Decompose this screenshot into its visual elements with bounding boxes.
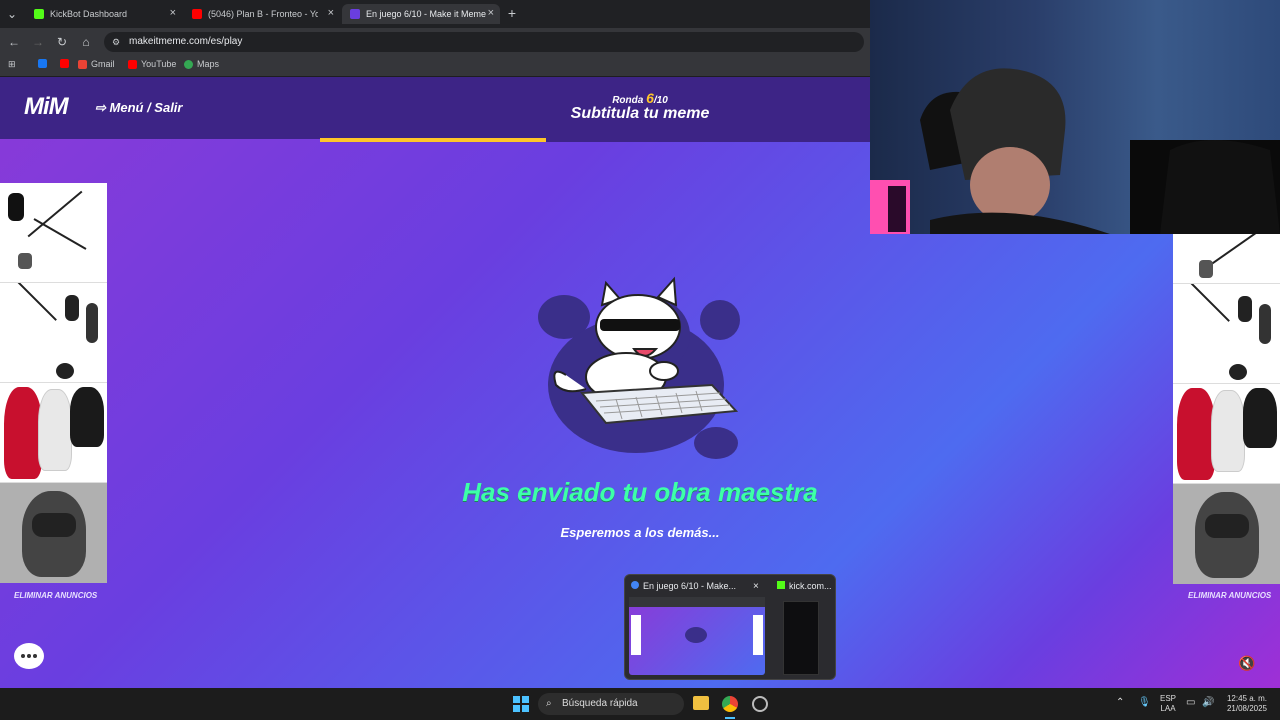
language-indicator[interactable]: ESP LAA <box>1156 694 1180 714</box>
bookmark-label: Gmail <box>91 59 115 69</box>
close-icon[interactable]: × <box>170 7 176 19</box>
round-indicator: Ronda 6/10 <box>560 90 720 106</box>
kick-icon <box>34 9 44 19</box>
taskbar-window-preview: En juego 6/10 - Make... × kick.com... <box>624 574 836 680</box>
url-input[interactable]: ⚙ makeitmeme.com/es/play <box>104 32 864 52</box>
address-bar-row: ← → ↻ ⌂ ⚙ makeitmeme.com/es/play <box>0 28 870 56</box>
preview-window-kick[interactable]: kick.com... <box>777 581 832 591</box>
ad-image-mic-arm-2[interactable] <box>1173 284 1280 384</box>
progress-fill <box>320 138 546 142</box>
submission-status-title: Has enviado tu obra maestra <box>462 477 818 507</box>
chat-button[interactable] <box>14 643 44 669</box>
language-layout: LAA <box>1160 704 1176 713</box>
ad-banner-right[interactable] <box>1173 234 1280 584</box>
youtube-bookmark-icon[interactable] <box>60 59 73 68</box>
ad-image-helmet[interactable] <box>0 483 107 583</box>
search-icon: ⌕ <box>546 698 552 709</box>
apps-icon[interactable]: ⊞ <box>8 59 16 70</box>
youtube-icon <box>128 59 137 69</box>
menu-label: Menú / Salir <box>109 100 183 115</box>
chrome-icon <box>631 581 639 589</box>
browser-tab-bar: ⌄ KickBot Dashboard × (5046) Plan B - Fr… <box>0 0 870 28</box>
youtube-icon <box>60 59 69 68</box>
bookmark-label: Maps <box>197 59 220 69</box>
cat-keyboard-illustration <box>538 276 740 459</box>
bookmark-gmail[interactable]: Gmail <box>78 59 115 69</box>
tab-kickbot[interactable]: KickBot Dashboard × <box>26 4 182 24</box>
ad-image-mic-arm[interactable] <box>1173 234 1280 284</box>
preview-thumbnail-game[interactable] <box>629 597 765 675</box>
start-windows-icon[interactable] <box>513 696 529 712</box>
language-code: ESP <box>1159 694 1176 703</box>
file-explorer-icon[interactable] <box>693 696 709 710</box>
ad-image-durags[interactable] <box>1173 384 1280 484</box>
bookmark-maps[interactable]: Maps <box>184 59 219 69</box>
taskbar-search[interactable]: ⌕ Búsqueda rápida <box>538 693 684 715</box>
new-tab-icon[interactable]: + <box>504 5 520 21</box>
back-icon[interactable]: ← <box>6 34 22 50</box>
remove-ads-link-right[interactable]: ELIMINAR ANUNCIOS <box>1188 591 1271 600</box>
tab-label: KickBot Dashboard <box>50 9 128 19</box>
microphone-icon[interactable]: 🎙 <box>1138 698 1151 708</box>
round-progress-bar <box>320 138 870 142</box>
waiting-message: Esperemos a los demás... <box>560 525 720 540</box>
windows-taskbar: ⌕ Búsqueda rápida ⌃ 🎙 ESP LAA ▭ 🔊 12:45 … <box>0 688 1280 720</box>
clock-date: 21/08/2025 <box>1226 704 1268 713</box>
exit-icon: ⇨ <box>95 100 110 115</box>
round-current: 6 <box>646 90 654 106</box>
mim-icon <box>350 9 360 19</box>
preview-thumbnail-kick[interactable] <box>783 601 819 675</box>
webcam-overlay <box>870 0 1280 234</box>
youtube-icon <box>192 9 202 19</box>
kick-icon <box>777 581 785 589</box>
facebook-icon <box>38 59 47 68</box>
preview-title: En juego 6/10 - Make... <box>643 581 737 591</box>
tray-overflow-icon[interactable]: ⌃ <box>1116 698 1124 708</box>
bookmark-youtube[interactable]: YouTube <box>128 59 176 69</box>
tab-list-icon[interactable]: ⌄ <box>4 6 20 22</box>
game-header: MiM ⇨ Menú / Salir Ronda 6/10 Subtitula … <box>0 77 870 139</box>
remove-ads-link-left[interactable]: ELIMINAR ANUNCIOS <box>14 591 97 600</box>
windows-logo-icon <box>513 696 529 712</box>
webcam-feed <box>870 68 1280 234</box>
menu-exit-button[interactable]: ⇨ Menú / Salir <box>95 100 182 116</box>
tab-label: En juego 6/10 - Make it Meme <box>366 9 487 19</box>
search-label: Búsqueda rápida <box>562 698 638 709</box>
maps-icon <box>184 59 193 69</box>
clock-time: 12:45 a. m. <box>1226 694 1268 703</box>
ad-image-mic-arm-2[interactable] <box>0 283 107 383</box>
site-info-icon[interactable]: ⚙ <box>112 32 120 52</box>
close-icon[interactable]: × <box>488 7 494 19</box>
page-title: Subtitula tu meme <box>570 105 710 122</box>
ad-image-durags[interactable] <box>0 383 107 483</box>
ad-image-helmet[interactable] <box>1173 484 1280 584</box>
preview-window-chrome[interactable]: En juego 6/10 - Make... <box>631 581 736 591</box>
tab-label: (5046) Plan B - Fronteo - Yo <box>208 9 318 19</box>
volume-icon[interactable]: 🔊 <box>1202 698 1214 708</box>
forward-icon[interactable]: → <box>30 34 46 50</box>
active-app-indicator <box>725 717 735 719</box>
home-icon[interactable]: ⌂ <box>78 34 94 50</box>
tab-youtube[interactable]: (5046) Plan B - Fronteo - Yo × <box>184 4 340 24</box>
game-logo[interactable]: MiM <box>24 93 69 121</box>
reload-icon[interactable]: ↻ <box>54 34 70 50</box>
obs-icon[interactable] <box>752 696 768 712</box>
tab-makeitmeme[interactable]: En juego 6/10 - Make it Meme × <box>342 4 500 24</box>
facebook-bookmark[interactable] <box>38 59 51 68</box>
chrome-taskbar-icon[interactable] <box>722 696 738 712</box>
preview-title: kick.com... <box>789 581 832 591</box>
close-icon[interactable]: × <box>753 581 759 592</box>
ad-banner-left[interactable] <box>0 183 107 583</box>
close-icon[interactable]: × <box>328 7 334 19</box>
url-text: makeitmeme.com/es/play <box>129 36 243 47</box>
bookmarks-bar: ⊞ Gmail YouTube Maps <box>0 56 870 77</box>
sound-muted-icon[interactable]: 🔇 <box>1238 655 1255 672</box>
chat-icon <box>21 654 37 658</box>
bookmark-label: YouTube <box>141 59 177 69</box>
clock[interactable]: 12:45 a. m. 21/08/2025 <box>1222 694 1272 714</box>
gmail-icon <box>78 59 87 69</box>
network-icon[interactable]: ▭ <box>1186 698 1195 708</box>
ad-image-mic-arm[interactable] <box>0 183 107 283</box>
